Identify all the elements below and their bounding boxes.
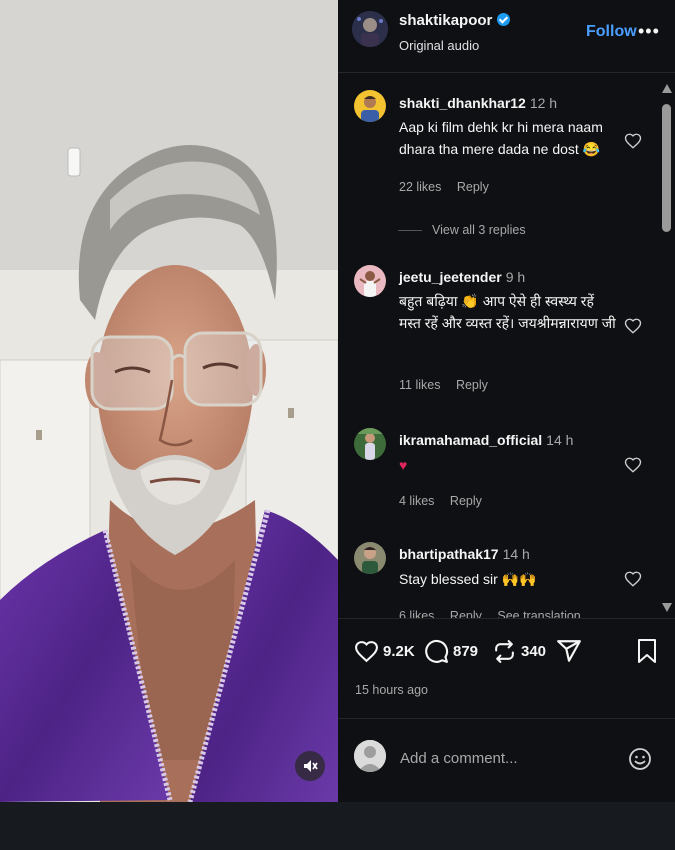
comment-like-heart-icon[interactable] <box>624 570 642 588</box>
see-translation-button[interactable]: See translation <box>497 609 580 618</box>
comment-likes[interactable]: 6 likes <box>399 609 434 618</box>
author-username-text[interactable]: shaktikapoor <box>399 12 492 29</box>
default-user-icon <box>354 740 386 772</box>
comment-likes[interactable]: 22 likes <box>399 180 441 194</box>
repost-action[interactable]: 340 <box>492 636 546 666</box>
comment-like-heart-icon[interactable] <box>624 132 642 150</box>
verified-badge-icon <box>497 13 511 26</box>
bookmark-icon <box>638 639 656 663</box>
commenter-username-text[interactable]: jeetu_jeetender <box>399 269 502 285</box>
comment-likes[interactable]: 4 likes <box>399 494 434 508</box>
comment-text: Aap ki film dehk kr hi mera naam dhara t… <box>399 119 603 157</box>
comment-meta: 11 likes Reply <box>399 378 500 392</box>
comment-time: 14 h <box>546 432 574 448</box>
comment-meta: 6 likes Reply See translation <box>399 609 593 618</box>
audio-label[interactable]: Original audio <box>399 38 479 53</box>
comment-text: बहुत बढ़िया 👏 आप ऐसे ही स्वस्थ्य रहें मस… <box>399 293 616 331</box>
reposts-count: 340 <box>521 642 547 660</box>
commenter-avatar[interactable] <box>354 90 386 122</box>
commenter-avatar[interactable] <box>354 265 386 297</box>
comments-scrollbar[interactable] <box>660 80 674 616</box>
speaker-muted-icon <box>304 760 318 772</box>
scroll-down-arrow-icon[interactable] <box>662 603 672 612</box>
commenter-username[interactable]: ikramahamad_official 14 h <box>399 432 573 448</box>
bottom-bar <box>0 802 675 850</box>
commenter-avatar-image <box>354 265 386 297</box>
current-user-avatar <box>354 740 386 772</box>
author-username[interactable]: shaktikapoor <box>399 12 511 29</box>
comment-like-heart-icon[interactable] <box>624 317 642 335</box>
commenter-username-text[interactable]: bhartipathak17 <box>399 546 499 562</box>
post-actions: 9.2K 879 340 <box>338 636 675 676</box>
comment-likes[interactable]: 11 likes <box>399 378 440 392</box>
comment-time: 9 h <box>505 269 526 285</box>
scroll-up-arrow-icon[interactable] <box>662 84 672 93</box>
repost-icon <box>495 639 514 663</box>
heart-icon <box>355 640 378 662</box>
comment-bubble-icon <box>425 639 449 663</box>
likes-count: 9.2K <box>383 642 415 660</box>
save-action[interactable] <box>636 636 658 666</box>
commenter-username[interactable]: bhartipathak17 14 h <box>399 546 530 562</box>
post-timestamp[interactable]: 15 hours ago <box>355 683 428 697</box>
emoji-smiley-icon[interactable] <box>628 747 652 771</box>
author-avatar[interactable] <box>352 11 388 47</box>
view-replies-button[interactable]: View all 3 replies <box>398 223 526 237</box>
post-panel: shaktikapoor Original audio Follow ••• s… <box>338 0 675 802</box>
comment-meta: 4 likes Reply <box>399 494 494 508</box>
commenter-avatar-image <box>354 542 386 574</box>
commenter-username-text[interactable]: shakti_dhankhar12 <box>399 95 526 111</box>
reply-button[interactable]: Reply <box>450 609 482 618</box>
more-options-icon[interactable]: ••• <box>638 21 660 42</box>
comment-action[interactable]: 879 <box>424 636 478 666</box>
commenter-username[interactable]: shakti_dhankhar12 12 h <box>399 95 557 111</box>
commenter-username-text[interactable]: ikramahamad_official <box>399 432 542 448</box>
author-avatar-image <box>352 11 388 47</box>
commenter-username[interactable]: jeetu_jeetender 9 h <box>399 269 525 285</box>
commenter-avatar[interactable] <box>354 428 386 460</box>
commenter-avatar-image <box>354 90 386 122</box>
reply-button[interactable]: Reply <box>457 180 489 194</box>
commenter-avatar[interactable] <box>354 542 386 574</box>
comment-time: 14 h <box>502 546 530 562</box>
video-frame <box>0 0 338 802</box>
comment-text: Stay blessed sir 🙌🙌 <box>399 571 537 587</box>
post-header: shaktikapoor Original audio Follow ••• <box>338 0 675 73</box>
comment-time: 12 h <box>529 95 558 111</box>
reply-button[interactable]: Reply <box>450 494 482 508</box>
comments-count: 879 <box>453 642 479 660</box>
comment-meta: 22 likes Reply <box>399 180 501 194</box>
like-action[interactable]: 9.2K <box>354 636 415 666</box>
share-send-icon <box>557 640 581 662</box>
add-comment-input[interactable] <box>398 744 622 772</box>
share-action[interactable] <box>556 636 582 666</box>
follow-button[interactable]: Follow <box>586 23 637 41</box>
actions-divider <box>338 618 675 619</box>
comments-list[interactable]: shakti_dhankhar12 12 h Aap ki film dehk k… <box>338 73 658 618</box>
scrollbar-thumb[interactable] <box>662 104 671 232</box>
comment-like-heart-icon[interactable] <box>624 456 642 474</box>
reel-video[interactable] <box>0 0 338 802</box>
comment-composer <box>338 733 675 791</box>
comment-text: ♥ <box>399 457 408 473</box>
reply-button[interactable]: Reply <box>456 378 488 392</box>
mute-button[interactable] <box>295 751 325 781</box>
composer-divider <box>338 718 675 719</box>
commenter-avatar-image <box>354 428 386 460</box>
